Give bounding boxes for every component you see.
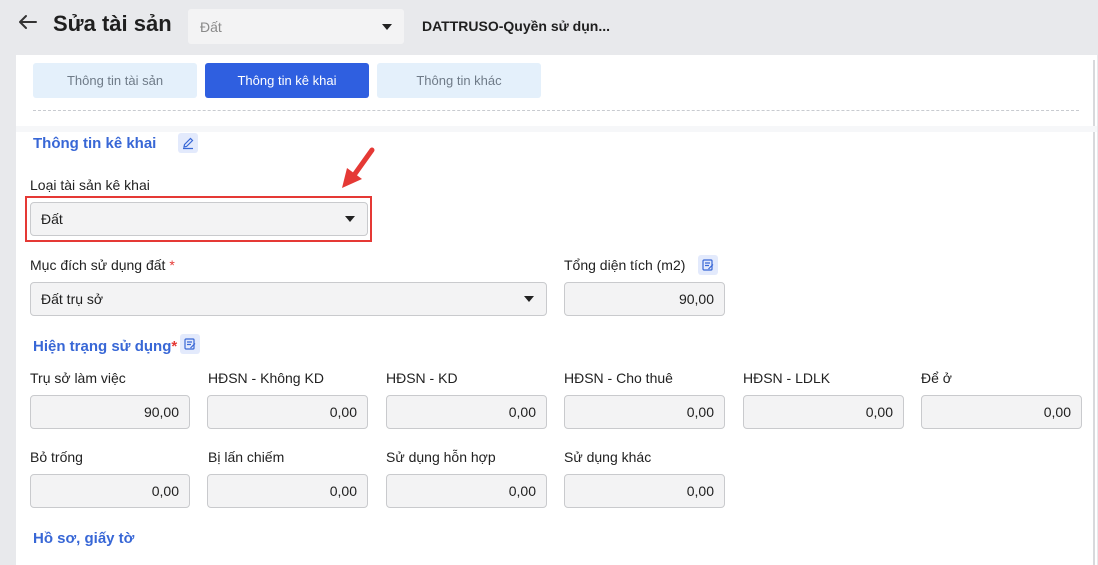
usage-field-vacant[interactable]: 0,00	[30, 474, 190, 508]
total-area-label: Tổng diện tích (m2)	[564, 257, 686, 273]
required-asterisk: *	[169, 257, 175, 273]
usage-label-jointventure: HĐSN - LDLK	[743, 370, 831, 386]
edit-pencil-icon[interactable]	[178, 133, 198, 153]
usage-label-other: Sử dụng khác	[564, 449, 652, 465]
usage-label-residential: Để ở	[921, 370, 952, 386]
usage-label-vacant: Bỏ trống	[30, 449, 83, 465]
documents-section-title: Hồ sơ, giấy tờ	[33, 530, 135, 547]
usage-label-encroached: Bị lấn chiếm	[208, 449, 285, 465]
divider	[33, 110, 1079, 111]
usage-label-office: Trụ sở làm việc	[30, 370, 126, 386]
usage-label-business: HĐSN - KD	[386, 370, 458, 386]
asset-type-label: Loại tài sản kê khai	[30, 177, 150, 193]
chevron-down-icon	[524, 296, 534, 302]
chevron-down-icon	[382, 23, 392, 30]
usage-field-jointventure[interactable]: 0,00	[743, 395, 904, 429]
purpose-value: Đất trụ sở	[41, 291, 104, 307]
highlight-box	[25, 196, 372, 242]
total-area-field[interactable]: 90,00	[564, 282, 725, 316]
usage-section-title-text: Hiện trạng sử dụng	[33, 338, 172, 355]
usage-label-lease: HĐSN - Cho thuê	[564, 370, 673, 386]
usage-field-office[interactable]: 90,00	[30, 395, 190, 429]
tab-declaration-info[interactable]: Thông tin kê khai	[205, 63, 369, 98]
usage-field-business[interactable]: 0,00	[386, 395, 547, 429]
asset-type-header-select[interactable]: Đất	[188, 9, 404, 44]
usage-label-mixed: Sử dụng hỗn hợp	[386, 449, 496, 465]
usage-field-other[interactable]: 0,00	[564, 474, 725, 508]
usage-field-lease[interactable]: 0,00	[564, 395, 725, 429]
usage-section-title: Hiện trạng sử dụng*	[33, 338, 177, 355]
declaration-section-title: Thông tin kê khai	[33, 135, 157, 152]
back-arrow-icon[interactable]	[14, 8, 42, 36]
edit-note-icon[interactable]	[180, 334, 200, 354]
page-title: Sửa tài sản	[53, 11, 172, 36]
edit-note-icon[interactable]	[698, 255, 718, 275]
asset-type-header-value: Đất	[200, 18, 222, 35]
usage-field-encroached[interactable]: 0,00	[207, 474, 368, 508]
required-asterisk: *	[171, 338, 178, 355]
tab-asset-info[interactable]: Thông tin tài sản	[33, 63, 197, 98]
usage-field-residential[interactable]: 0,00	[921, 395, 1082, 429]
section-divider	[16, 126, 1097, 132]
tab-other-info[interactable]: Thông tin khác	[377, 63, 541, 98]
header-bar: Sửa tài sản Đất DATTRUSO-Quyền sử dụn...	[0, 0, 1098, 55]
scrollbar-track[interactable]	[1093, 60, 1095, 565]
usage-label-nonbusiness: HĐSN - Không KD	[208, 370, 324, 386]
purpose-label-text: Mục đích sử dụng đất	[30, 257, 166, 273]
usage-field-mixed[interactable]: 0,00	[386, 474, 547, 508]
purpose-select[interactable]: Đất trụ sở	[30, 282, 547, 316]
usage-field-nonbusiness[interactable]: 0,00	[207, 395, 368, 429]
asset-name: DATTRUSO-Quyền sử dụn...	[422, 18, 610, 34]
purpose-label: Mục đích sử dụng đất *	[30, 257, 175, 273]
red-pointer-arrow	[342, 147, 375, 188]
